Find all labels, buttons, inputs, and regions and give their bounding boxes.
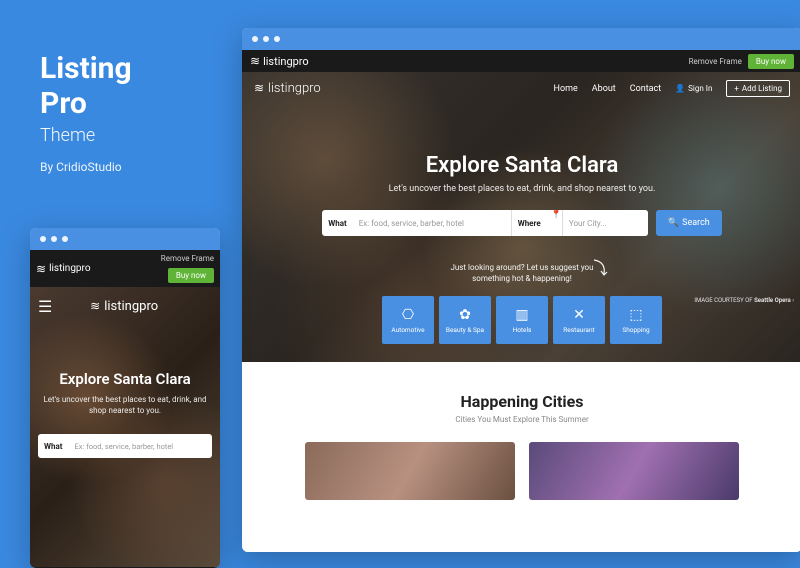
- demo-bar: listingpro Remove Frame Buy now: [242, 50, 800, 72]
- signin-link[interactable]: 👤Sign In: [675, 84, 712, 93]
- restaurant-icon: ✕: [573, 307, 585, 323]
- city-card[interactable]: [529, 442, 739, 500]
- image-credit: IMAGE COURTESY OF Seattle Opera ›: [694, 297, 794, 304]
- brand-logo[interactable]: listingpro: [250, 54, 309, 68]
- mobile-preview-frame: listingpro Remove Frame Buy now ☰ listin…: [30, 228, 220, 568]
- main-nav: listingpro Home About Contact 👤Sign In +…: [242, 72, 800, 105]
- search-button[interactable]: 🔍Search: [656, 210, 722, 236]
- curved-arrow-icon: [592, 258, 612, 278]
- window-controls: [30, 228, 220, 250]
- site-logo[interactable]: listingpro: [254, 81, 321, 96]
- promo-title-block: ListingPro Theme By CridioStudio: [40, 52, 132, 174]
- hotel-icon: ▥: [515, 307, 528, 323]
- hero-section: listingpro Home About Contact 👤Sign In +…: [242, 72, 800, 362]
- product-subtitle: Theme: [40, 125, 132, 146]
- user-icon: 👤: [675, 84, 685, 93]
- category-restaurant[interactable]: ✕Restaurant: [553, 296, 605, 344]
- shopping-icon: ⬚: [629, 307, 642, 323]
- window-dot-icon: [62, 236, 68, 242]
- automotive-icon: ⎔: [402, 307, 414, 323]
- window-dot-icon: [40, 236, 46, 242]
- hero-subheading: Let's uncover the best places to eat, dr…: [242, 184, 800, 194]
- window-dot-icon: [51, 236, 57, 242]
- city-card[interactable]: [305, 442, 515, 500]
- stack-icon: [36, 262, 46, 276]
- search-bar: What Ex: food, service, barber, hotel Wh…: [242, 210, 800, 236]
- remove-frame-link[interactable]: Remove Frame: [689, 57, 742, 66]
- add-listing-button[interactable]: +Add Listing: [726, 80, 790, 97]
- hero-heading: Explore Santa Clara: [40, 370, 210, 388]
- buy-now-button[interactable]: Buy now: [748, 54, 794, 69]
- stack-icon: [90, 299, 100, 314]
- brand-logo[interactable]: listingpro: [36, 262, 91, 276]
- hero-section: ☰ listingpro Explore Santa Clara Let's u…: [30, 287, 220, 567]
- category-shopping[interactable]: ⬚Shopping: [610, 296, 662, 344]
- nav-contact[interactable]: Contact: [630, 84, 661, 94]
- where-input[interactable]: Your City...: [562, 210, 648, 236]
- what-input[interactable]: Ex: food, service, barber, hotel: [353, 210, 511, 236]
- nav-home[interactable]: Home: [554, 84, 578, 94]
- product-byline: By CridioStudio: [40, 160, 132, 174]
- stack-icon: [254, 81, 264, 96]
- buy-now-button[interactable]: Buy now: [168, 268, 214, 283]
- category-hotels[interactable]: ▥Hotels: [496, 296, 548, 344]
- search-icon: 🔍: [668, 218, 679, 228]
- suggest-text: Just looking around? Let us suggest yous…: [242, 262, 800, 284]
- product-name: ListingPro: [40, 52, 132, 121]
- pin-icon: 📍: [547, 210, 562, 236]
- what-label: What: [322, 210, 352, 236]
- spa-icon: ✿: [459, 307, 471, 323]
- window-dot-icon: [252, 36, 258, 42]
- site-logo[interactable]: listingpro: [90, 299, 158, 314]
- category-automotive[interactable]: ⎔Automotive: [382, 296, 434, 344]
- window-dot-icon: [263, 36, 269, 42]
- hero-heading: Explore Santa Clara: [242, 153, 800, 178]
- remove-frame-link[interactable]: Remove Frame: [161, 254, 214, 263]
- desktop-preview-frame: listingpro Remove Frame Buy now listingp…: [242, 28, 800, 552]
- plus-icon: +: [734, 84, 739, 93]
- section-heading: Happening Cities: [242, 392, 800, 411]
- where-label: Where: [511, 210, 547, 236]
- search-bar: What Ex: food, service, barber, hotel: [38, 434, 212, 458]
- window-dot-icon: [274, 36, 280, 42]
- happening-cities-section: Happening Cities Cities You Must Explore…: [242, 362, 800, 500]
- window-controls: [242, 28, 800, 50]
- section-sub: Cities You Must Explore This Summer: [242, 415, 800, 424]
- hero-subheading: Let's uncover the best places to eat, dr…: [40, 394, 210, 416]
- stack-icon: [250, 54, 260, 68]
- hamburger-menu-icon[interactable]: ☰: [38, 297, 52, 316]
- category-beauty[interactable]: ✿Beauty & Spa: [439, 296, 491, 344]
- demo-bar: listingpro Remove Frame Buy now: [30, 250, 220, 287]
- what-input[interactable]: Ex: food, service, barber, hotel: [68, 442, 212, 451]
- nav-about[interactable]: About: [592, 84, 616, 94]
- what-label: What: [38, 442, 68, 451]
